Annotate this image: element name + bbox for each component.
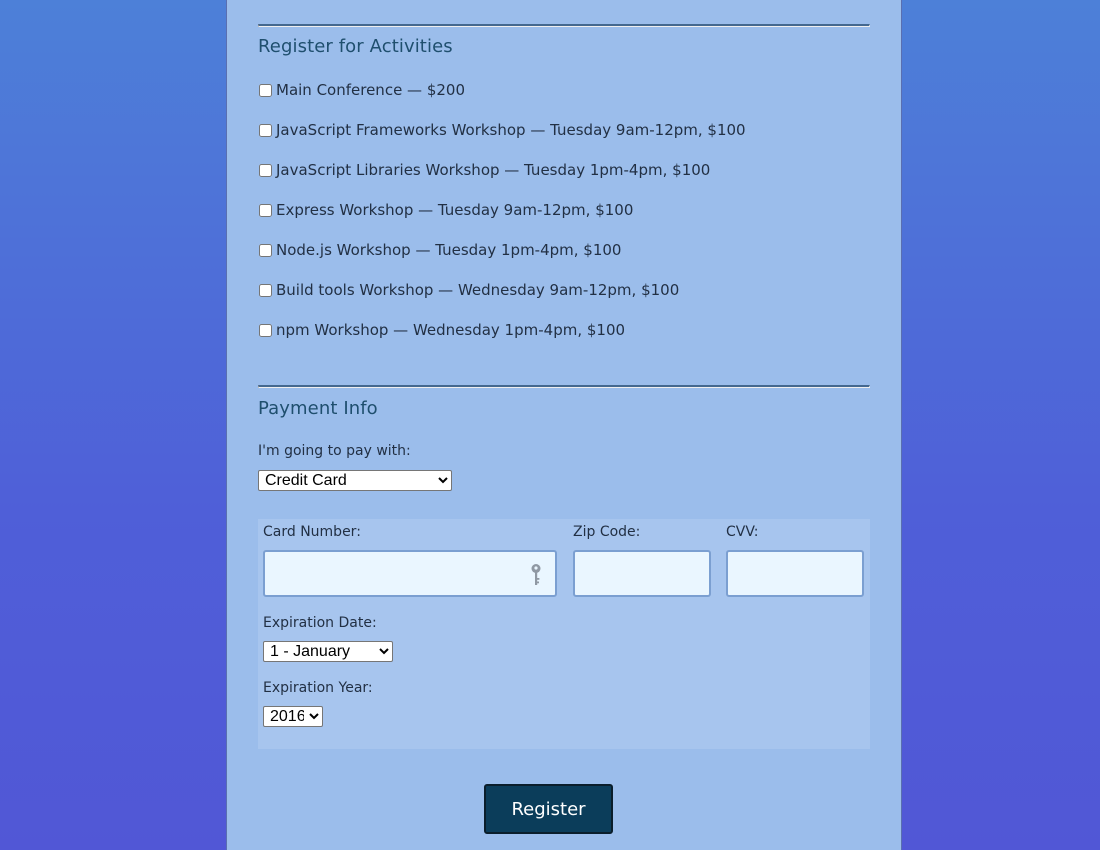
activity-label: npm Workshop — Wednesday 1pm-4pm, $100 xyxy=(276,321,626,339)
activity-label: Main Conference — $200 xyxy=(276,81,466,99)
exp-year-label: Expiration Year: xyxy=(263,680,373,696)
activity-item[interactable]: Main Conference — $200 xyxy=(258,80,465,100)
activity-item[interactable]: Express Workshop — Tuesday 9am-12pm, $10… xyxy=(258,200,633,220)
payment-section: Payment Info I'm going to pay with: Cred… xyxy=(258,385,870,749)
activity-label: Express Workshop — Tuesday 9am-12pm, $10… xyxy=(276,201,634,219)
payment-divider xyxy=(258,385,870,388)
zip-code-label: Zip Code: xyxy=(573,524,641,540)
zip-code-input[interactable] xyxy=(573,550,711,597)
form-panel: Register for Activities Main Conference … xyxy=(226,0,902,850)
register-button[interactable]: Register xyxy=(484,784,613,834)
activity-label: Node.js Workshop — Tuesday 1pm-4pm, $100 xyxy=(276,241,622,259)
activity-item[interactable]: JavaScript Libraries Workshop — Tuesday … xyxy=(258,160,710,180)
activity-checkbox[interactable] xyxy=(259,123,272,137)
key-icon[interactable] xyxy=(530,563,542,587)
exp-year-select[interactable]: 2016 xyxy=(263,706,323,727)
activity-item[interactable]: Build tools Workshop — Wednesday 9am-12p… xyxy=(258,280,679,300)
exp-date-label: Expiration Date: xyxy=(263,615,377,631)
pay-method-label: I'm going to pay with: xyxy=(258,443,411,459)
activity-checkbox[interactable] xyxy=(259,203,272,217)
activities-divider xyxy=(258,24,870,27)
card-number-label: Card Number: xyxy=(263,524,361,540)
activity-item[interactable]: JavaScript Frameworks Workshop — Tuesday… xyxy=(258,120,746,140)
activities-heading: Register for Activities xyxy=(258,36,453,57)
exp-date-select[interactable]: 1 - January xyxy=(263,641,393,662)
activity-checkbox[interactable] xyxy=(259,163,272,177)
cvv-input[interactable] xyxy=(726,550,864,597)
card-number-input[interactable] xyxy=(263,550,557,597)
payment-heading: Payment Info xyxy=(258,398,378,419)
activity-label: JavaScript Frameworks Workshop — Tuesday… xyxy=(276,121,746,139)
activity-checkbox[interactable] xyxy=(259,243,272,257)
activity-label: Build tools Workshop — Wednesday 9am-12p… xyxy=(276,281,680,299)
credit-card-box: Card Number: Zip Code: CVV: Expiration D… xyxy=(258,519,870,749)
activity-label: JavaScript Libraries Workshop — Tuesday … xyxy=(276,161,711,179)
cvv-label: CVV: xyxy=(726,524,759,540)
pay-method-select[interactable]: Credit Card xyxy=(258,470,452,491)
activities-section: Register for Activities Main Conference … xyxy=(258,24,870,339)
activity-checkbox[interactable] xyxy=(259,83,272,97)
activity-item[interactable]: Node.js Workshop — Tuesday 1pm-4pm, $100 xyxy=(258,240,621,260)
activity-checkbox[interactable] xyxy=(259,283,272,297)
activity-item[interactable]: npm Workshop — Wednesday 1pm-4pm, $100 xyxy=(258,320,625,340)
activity-checkbox[interactable] xyxy=(259,323,272,337)
